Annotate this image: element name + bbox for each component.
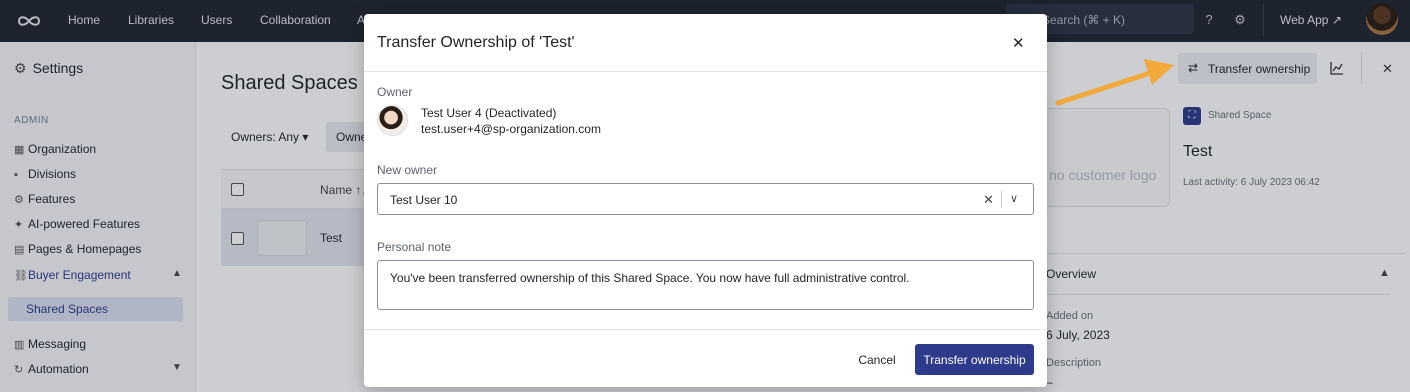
- owner-avatar: [377, 105, 408, 136]
- owner-email: test.user+4@sp-organization.com: [421, 122, 601, 136]
- new-owner-value: Test User 10: [390, 193, 458, 207]
- close-icon[interactable]: ✕: [1012, 34, 1025, 52]
- dialog-footer-divider: [364, 329, 1047, 330]
- new-owner-label: New owner: [377, 163, 438, 177]
- dialog-header-divider: [364, 71, 1047, 72]
- owner-name: Test User 4 (Deactivated): [421, 106, 557, 120]
- transfer-ownership-confirm-button[interactable]: Transfer ownership: [915, 344, 1034, 375]
- dialog-title: Transfer Ownership of 'Test': [377, 34, 575, 51]
- personal-note-label: Personal note: [377, 240, 452, 254]
- select-separator: [1001, 191, 1002, 208]
- owner-label: Owner: [377, 85, 413, 99]
- personal-note-textarea[interactable]: You've been transferred ownership of thi…: [377, 260, 1034, 310]
- annotation-arrow-icon: [1055, 59, 1174, 106]
- chevron-down-icon[interactable]: ∨: [1010, 192, 1018, 205]
- clear-selection-icon[interactable]: ✕: [983, 192, 994, 208]
- new-owner-select[interactable]: Test User 10 ✕ ∨: [377, 183, 1034, 215]
- cancel-button[interactable]: Cancel: [852, 345, 902, 375]
- transfer-ownership-dialog: Transfer Ownership of 'Test' ✕ Owner Tes…: [364, 14, 1047, 387]
